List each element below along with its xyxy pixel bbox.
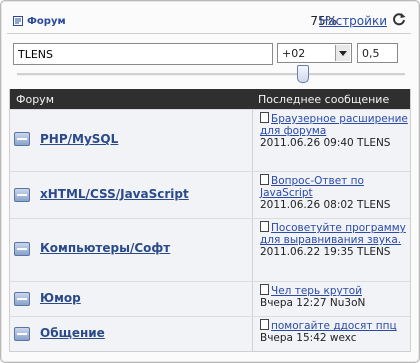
table-header: Форум Последнее сообщение xyxy=(10,89,410,109)
forum-name-link[interactable]: Общение xyxy=(40,326,105,340)
last-post-link[interactable]: Браузерное расширение для форума xyxy=(260,112,408,137)
forum-bullet-icon xyxy=(14,327,30,341)
last-post-meta: 2011.06.22 19:35 TLENS xyxy=(260,246,391,258)
document-icon xyxy=(260,284,269,295)
slider-thumb[interactable] xyxy=(297,65,309,83)
table-row: PHP/MySQL Браузерное расширение для фору… xyxy=(10,109,410,171)
table-row: xHTML/CSS/JavaScript Вопрос-Ответ по Jav… xyxy=(10,171,410,218)
last-post-meta: 2011.06.26 08:02 TLENS xyxy=(260,199,391,211)
settings-link[interactable]: Настройки xyxy=(319,14,387,28)
title-bar: Форум 75% Настройки xyxy=(7,9,411,34)
last-post-link[interactable]: Посоветуйте программу для выравнивания з… xyxy=(260,221,408,246)
chevron-down-icon[interactable] xyxy=(335,45,350,61)
forum-name-link[interactable]: Компьютеры/Софт xyxy=(40,241,170,255)
timezone-select[interactable]: +02 xyxy=(277,43,352,63)
document-icon xyxy=(260,221,269,232)
last-post-link[interactable]: Чел терь крутой xyxy=(260,284,408,297)
forum-name-link[interactable]: Юмор xyxy=(40,291,81,305)
step-input[interactable]: 0,5 xyxy=(357,43,398,63)
table-row: Общение помогайте ддосят ппц Вчера 15:42… xyxy=(10,316,410,351)
step-value: 0,5 xyxy=(362,47,380,60)
forum-bullet-icon xyxy=(14,292,30,306)
table-row: Юмор Чел терь крутой Вчера 12:27 Nu3oN xyxy=(10,281,410,316)
refresh-icon[interactable] xyxy=(391,11,407,27)
forum-home-link[interactable]: Форум xyxy=(13,14,66,28)
timezone-value: +02 xyxy=(282,47,306,60)
forum-bullet-icon xyxy=(14,188,30,202)
last-post-meta: Вчера 15:42 wexc xyxy=(260,332,357,344)
document-icon xyxy=(260,174,269,185)
last-post-link[interactable]: Вопрос-Ответ по JavaScript xyxy=(260,174,408,199)
forum-bullet-icon xyxy=(14,132,30,146)
forum-name-link[interactable]: PHP/MySQL xyxy=(40,132,118,146)
forum-name-link[interactable]: xHTML/CSS/JavaScript xyxy=(40,187,189,201)
search-row: +02 0,5 xyxy=(13,43,409,65)
table-row: Компьютеры/Софт Посоветуйте программу дл… xyxy=(10,218,410,281)
last-post-meta: 2011.06.26 09:40 TLENS xyxy=(260,137,391,149)
last-post-meta: Вчера 12:27 Nu3oN xyxy=(260,297,366,309)
document-icon xyxy=(260,319,269,330)
forum-label: Форум xyxy=(27,15,66,27)
last-post-link[interactable]: помогайте ддосят ппц xyxy=(260,319,408,332)
forum-panel: Форум 75% Настройки +02 0,5 Форум Послед… xyxy=(0,0,420,363)
forum-icon xyxy=(13,16,23,26)
search-input[interactable] xyxy=(13,43,273,65)
col-forum-header: Форум xyxy=(16,93,54,106)
col-last-post-header: Последнее сообщение xyxy=(258,93,390,106)
document-icon xyxy=(260,112,269,123)
forum-bullet-icon xyxy=(14,242,30,256)
forum-table: Форум Последнее сообщение PHP/MySQL Брау… xyxy=(9,89,411,352)
slider-track[interactable] xyxy=(17,73,405,76)
